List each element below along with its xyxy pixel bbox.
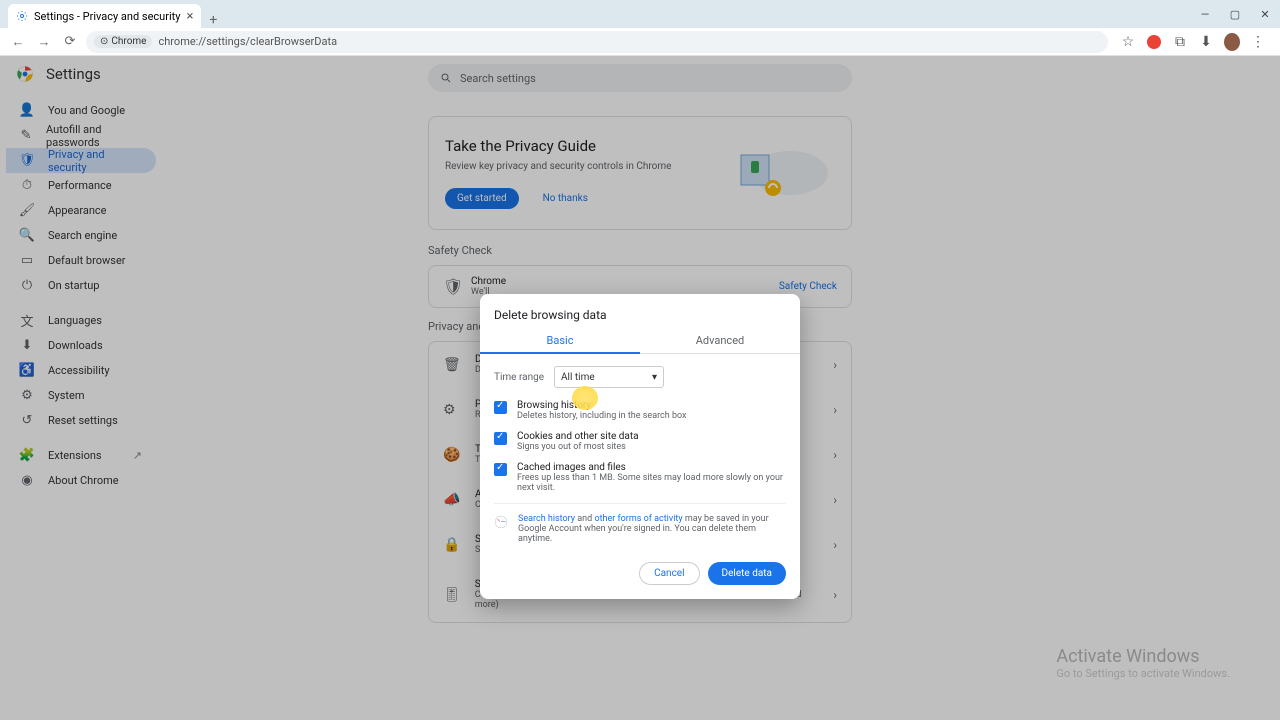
info-row: Search history and other forms of activi… <box>494 503 786 548</box>
google-g-icon <box>494 515 508 529</box>
time-range-select[interactable]: All time ▾ <box>554 366 664 388</box>
page: Settings Search settings 👤You and Google… <box>0 56 1280 720</box>
forward-button[interactable]: → <box>34 32 54 52</box>
gear-icon <box>16 10 28 22</box>
maximize-button[interactable]: ▢ <box>1220 0 1250 28</box>
downloads-icon[interactable]: ⬇ <box>1198 34 1214 50</box>
toolbar: ← → ⟳ ⊙Chrome chrome://settings/clearBro… <box>0 28 1280 56</box>
search-history-link[interactable]: Search history <box>518 514 575 524</box>
dialog-title: Delete browsing data <box>480 294 800 328</box>
checkbox-icon[interactable] <box>494 463 507 476</box>
chevron-down-icon: ▾ <box>652 372 657 383</box>
time-range-label: Time range <box>494 372 544 383</box>
tab-title: Settings - Privacy and security <box>34 10 180 23</box>
minimize-button[interactable]: — <box>1190 0 1220 28</box>
close-window-button[interactable]: ✕ <box>1250 0 1280 28</box>
tab-basic[interactable]: Basic <box>480 328 640 353</box>
delete-data-button[interactable]: Delete data <box>708 562 786 585</box>
watermark: Activate Windows Go to Settings to activ… <box>1056 646 1230 680</box>
site-chip: ⊙Chrome <box>94 35 152 48</box>
reload-button[interactable]: ⟳ <box>60 32 80 52</box>
window-controls: — ▢ ✕ <box>1190 0 1280 28</box>
delete-browsing-data-dialog: Delete browsing data Basic Advanced Time… <box>480 294 800 599</box>
url-text: chrome://settings/clearBrowserData <box>158 35 337 48</box>
checkbox-cookies[interactable]: Cookies and other site data Signs you ou… <box>494 431 786 452</box>
close-icon[interactable]: × <box>186 9 193 24</box>
menu-icon[interactable]: ⋮ <box>1250 34 1266 50</box>
new-tab-button[interactable]: + <box>201 12 225 28</box>
cancel-button[interactable]: Cancel <box>639 562 699 585</box>
checkbox-icon[interactable] <box>494 432 507 445</box>
extension-red-icon[interactable] <box>1146 34 1162 50</box>
extensions-icon[interactable]: ⧉ <box>1172 34 1188 50</box>
titlebar: Settings - Privacy and security × + — ▢ … <box>0 0 1280 28</box>
checkbox-cached[interactable]: Cached images and files Frees up less th… <box>494 462 786 493</box>
browser-tab[interactable]: Settings - Privacy and security × <box>8 4 201 28</box>
bookmark-icon[interactable]: ☆ <box>1120 34 1136 50</box>
other-activity-link[interactable]: other forms of activity <box>594 514 682 524</box>
checkbox-icon[interactable] <box>494 401 507 414</box>
address-bar[interactable]: ⊙Chrome chrome://settings/clearBrowserDa… <box>86 31 1108 53</box>
checkbox-browsing-history[interactable]: Browsing history Deletes history, includ… <box>494 400 786 421</box>
avatar-icon[interactable] <box>1224 34 1240 50</box>
dialog-tabs: Basic Advanced <box>480 328 800 354</box>
tab-advanced[interactable]: Advanced <box>640 328 800 353</box>
back-button[interactable]: ← <box>8 32 28 52</box>
